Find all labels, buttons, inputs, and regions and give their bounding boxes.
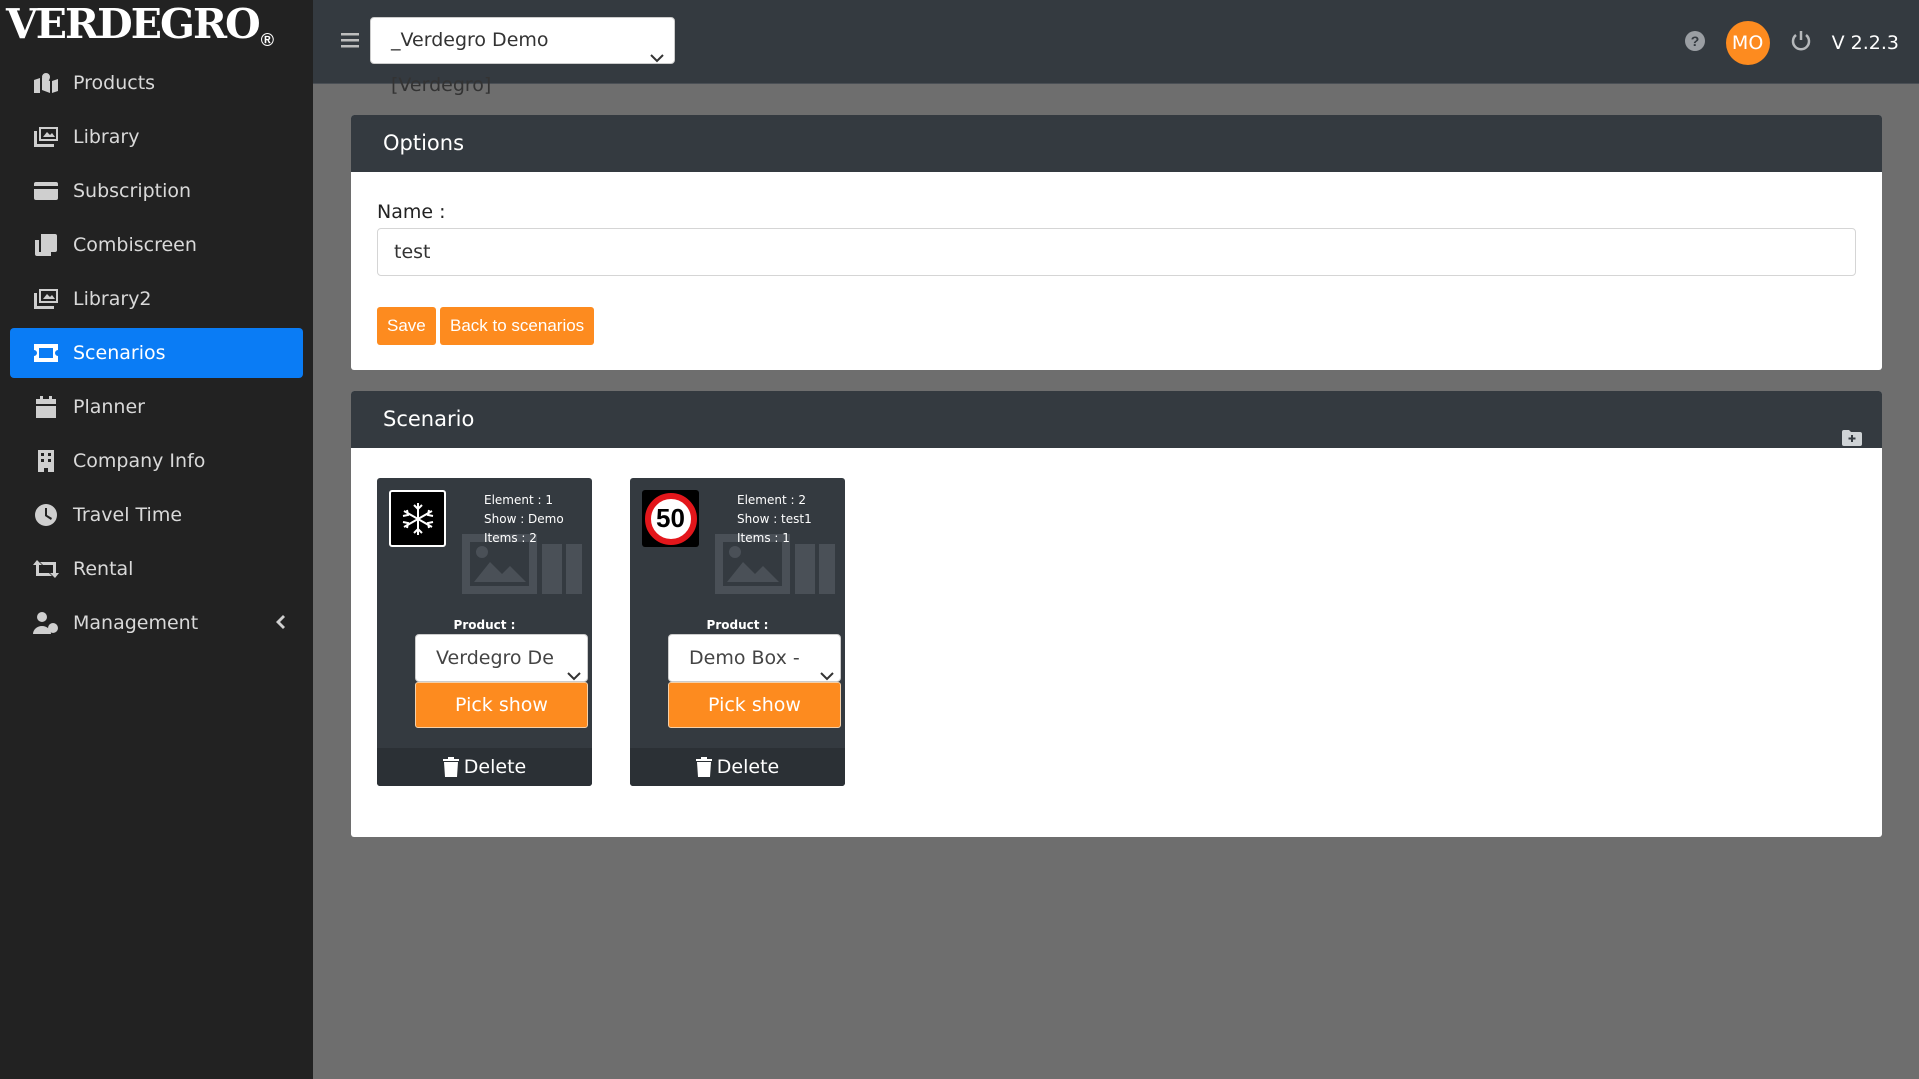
- chevron-down-icon: [567, 652, 581, 681]
- product-select[interactable]: Demo Box - M: [668, 634, 841, 682]
- scenario-title: Scenario: [383, 407, 475, 431]
- scenario-panel: Scenario Element : 1 Show : Demo Items :…: [351, 391, 1882, 837]
- sidebar-item-label: Products: [73, 72, 156, 94]
- pick-show-button[interactable]: Pick show: [415, 682, 588, 728]
- sidebar-item-label: Rental: [73, 558, 134, 580]
- card-meta: Element : 1 Show : Demo Items : 2: [484, 491, 564, 548]
- sidebar-item-company-info[interactable]: Company Info: [10, 436, 303, 486]
- name-input[interactable]: test: [377, 228, 1856, 276]
- pick-show-button[interactable]: Pick show: [668, 682, 841, 728]
- scenario-card: Element : 1 Show : Demo Items : 2 Produc…: [377, 478, 592, 786]
- sidebar-nav: Products Library Subscription Combiscree…: [10, 58, 303, 652]
- save-button[interactable]: Save: [377, 307, 436, 345]
- card-meta: Element : 2 Show : test1 Items : 1: [737, 491, 812, 548]
- help-icon[interactable]: ?: [1684, 30, 1706, 56]
- speed-limit-50-icon: 50: [642, 490, 699, 547]
- sidebar-item-label: Management: [73, 612, 199, 634]
- chevron-left-icon[interactable]: [275, 612, 285, 634]
- images-icon: [33, 288, 59, 310]
- sidebar-item-products[interactable]: Products: [10, 58, 303, 108]
- users-cog-icon: [33, 612, 59, 634]
- sidebar-item-scenarios[interactable]: Scenarios: [10, 328, 303, 378]
- clock-icon: [33, 504, 59, 526]
- snowflake-icon: [389, 490, 446, 547]
- product-label: Product :: [706, 618, 769, 632]
- sidebar-item-label: Library2: [73, 288, 152, 310]
- sidebar-item-rental[interactable]: Rental: [10, 544, 303, 594]
- ticket-icon: [33, 342, 59, 364]
- show-label: Show : test1: [737, 512, 812, 526]
- sidebar-item-library2[interactable]: Library2: [10, 274, 303, 324]
- chevron-down-icon: [650, 35, 664, 80]
- hamburger-menu-icon[interactable]: [341, 32, 359, 52]
- items-label: Items : 1: [737, 531, 790, 545]
- folder-plus-icon[interactable]: [1842, 411, 1862, 468]
- sidebar-item-subscription[interactable]: Subscription: [10, 166, 303, 216]
- images-icon: [33, 126, 59, 148]
- sidebar-item-label: Company Info: [73, 450, 206, 472]
- version-label: V 2.2.3: [1831, 32, 1899, 54]
- items-label: Items : 2: [484, 531, 537, 545]
- trash-icon: [442, 757, 459, 777]
- top-right-controls: ? MO V 2.2.3: [1684, 21, 1899, 65]
- scenario-header: Scenario: [351, 391, 1882, 448]
- sidebar-item-label: Planner: [73, 396, 145, 418]
- delete-button[interactable]: Delete: [377, 748, 592, 786]
- power-icon[interactable]: [1790, 30, 1812, 56]
- sidebar-item-label: Subscription: [73, 180, 192, 202]
- back-to-scenarios-button[interactable]: Back to scenarios: [440, 307, 595, 345]
- sidebar-item-label: Travel Time: [73, 504, 183, 526]
- building-icon: [33, 450, 59, 472]
- calendar-icon: [33, 396, 59, 418]
- show-label: Show : Demo: [484, 512, 564, 526]
- sidebar-item-label: Scenarios: [73, 342, 166, 364]
- clone-icon: [33, 234, 59, 256]
- speed-limit-text: 50: [644, 492, 697, 545]
- options-header: Options: [351, 115, 1882, 172]
- trash-icon: [695, 757, 712, 777]
- options-panel: Options Name : test Save Back to scenari…: [351, 115, 1882, 370]
- delete-label: Delete: [716, 756, 780, 778]
- verdegro-logo[interactable]: VERDEGRO ®: [6, 0, 274, 52]
- credit-card-icon: [33, 180, 59, 202]
- scenario-card: 50 Element : 2 Show : test1 Items : 1 Pr…: [630, 478, 845, 786]
- product-select[interactable]: Verdegro Demo: [415, 634, 588, 682]
- sidebar-item-label: Library: [73, 126, 140, 148]
- element-label: Element : 2: [737, 493, 806, 507]
- chevron-down-icon: [820, 652, 834, 681]
- sidebar-item-travel-time[interactable]: Travel Time: [10, 490, 303, 540]
- product-label: Product :: [453, 618, 516, 632]
- delete-button[interactable]: Delete: [630, 748, 845, 786]
- company-select[interactable]: _Verdegro Demo [Verdegro]: [370, 17, 675, 96]
- retweet-icon: [33, 558, 59, 580]
- element-label: Element : 1: [484, 493, 553, 507]
- sidebar: VERDEGRO ® Products Library Subscription …: [0, 0, 313, 1079]
- svg-text:?: ?: [1690, 33, 1699, 49]
- map-marker-icon: [33, 72, 59, 94]
- sidebar-item-planner[interactable]: Planner: [10, 382, 303, 432]
- avatar[interactable]: MO: [1725, 21, 1770, 65]
- topbar: _Verdegro Demo [Verdegro] ? MO V 2.2.3: [313, 0, 1919, 96]
- name-label: Name :: [377, 201, 446, 223]
- sidebar-item-library[interactable]: Library: [10, 112, 303, 162]
- sidebar-item-management[interactable]: Management: [10, 598, 303, 648]
- sidebar-item-label: Combiscreen: [73, 234, 197, 256]
- sidebar-item-combiscreen[interactable]: Combiscreen: [10, 220, 303, 270]
- delete-label: Delete: [463, 756, 527, 778]
